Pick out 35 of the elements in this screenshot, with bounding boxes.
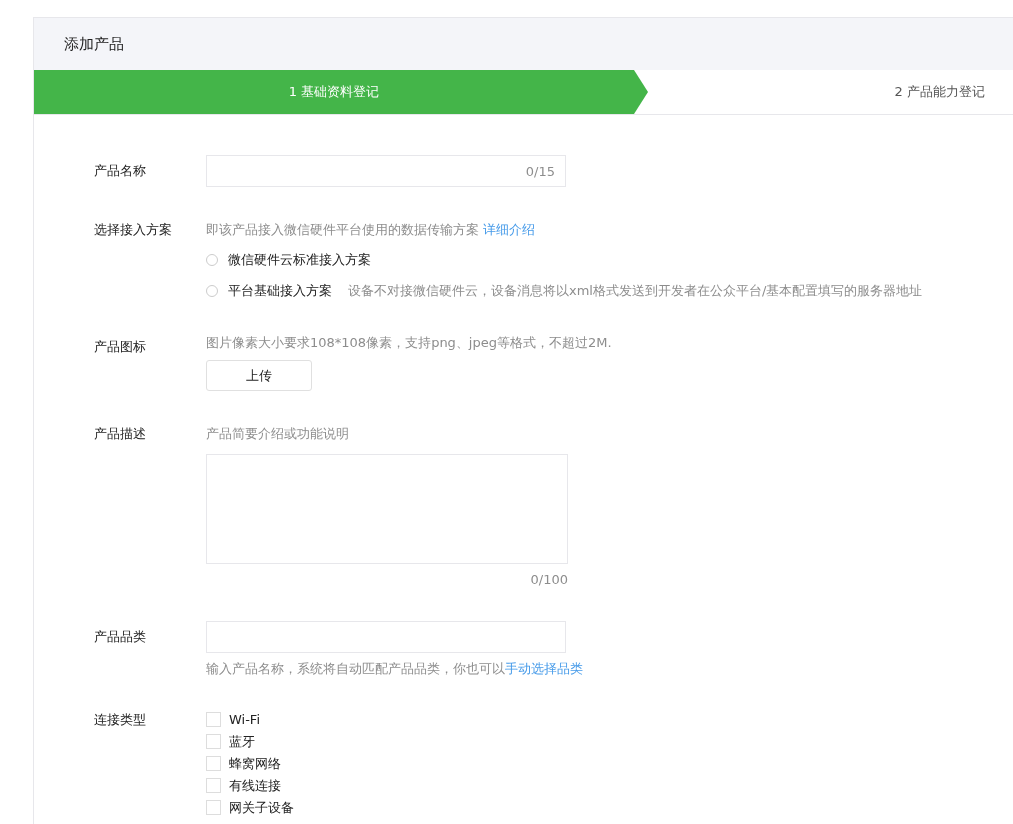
checkbox[interactable]: [206, 734, 221, 749]
page-title: 添加产品: [64, 34, 124, 54]
checkbox[interactable]: [206, 756, 221, 771]
description-textarea[interactable]: [206, 454, 568, 564]
upload-button[interactable]: 上传: [206, 360, 312, 391]
details-link[interactable]: 详细介绍: [483, 222, 536, 237]
checkbox[interactable]: [206, 778, 221, 793]
radio-button[interactable]: [206, 254, 218, 266]
hint-text: 图片像素大小要求108*108像素，支持png、jpeg等格式，不超过2M.: [206, 334, 612, 351]
option-note: 设备不对接微信硬件云，设备消息将以xml格式发送到开发者在公众平台/基本配置填写的服务器地址: [348, 282, 923, 300]
field-label: 连接类型: [94, 711, 147, 728]
field-label: 选择接入方案: [94, 221, 173, 238]
char-counter: 0/15: [525, 163, 555, 179]
manual-select-link[interactable]: 手动选择品类: [505, 661, 583, 676]
option-label: 蓝牙: [229, 732, 255, 751]
hint-text: 产品简要介绍或功能说明: [206, 425, 349, 442]
field-label: 产品名称: [94, 162, 147, 179]
hint-text: 即该产品接入微信硬件平台使用的数据传输方案 详细介绍: [206, 221, 536, 238]
option-label: 有线连接: [229, 776, 281, 795]
checkbox[interactable]: [206, 800, 221, 815]
option-label: 蜂窝网络: [229, 754, 281, 773]
char-counter: 0/100: [530, 572, 568, 587]
option-label: 网关子设备: [229, 798, 294, 817]
option-label: Wi-Fi: [229, 712, 260, 727]
hint-text: 输入产品名称，系统将自动匹配产品品类，你也可以手动选择品类: [206, 660, 583, 677]
field-label: 产品描述: [94, 425, 147, 442]
option-label: 平台基础接入方案: [228, 282, 332, 300]
option-label: 微信硬件云标准接入方案: [228, 251, 371, 269]
step-arrow-icon: [634, 70, 648, 114]
field-label: 产品品类: [94, 628, 147, 645]
checkbox[interactable]: [206, 712, 221, 727]
product-name-input[interactable]: 0/15: [206, 155, 566, 187]
radio-button[interactable]: [206, 285, 218, 297]
field-label: 产品图标: [94, 338, 147, 355]
category-input[interactable]: [206, 621, 566, 653]
